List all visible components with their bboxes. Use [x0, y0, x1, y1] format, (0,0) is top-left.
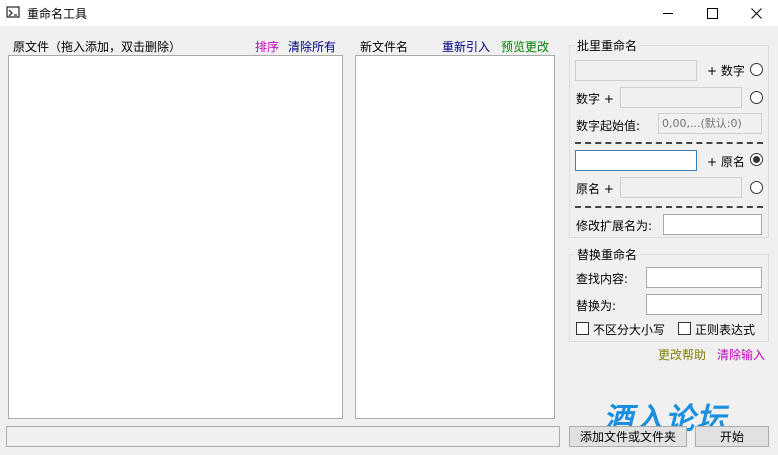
radio-selected-dot — [753, 156, 760, 163]
title-bar: 重命名工具 — [0, 0, 778, 26]
number-plus-label: 数字 + — [576, 92, 614, 106]
rename-tool-icon — [6, 6, 20, 18]
preview-changes-link[interactable]: 预览更改 — [501, 38, 549, 55]
suffix-after-original-input[interactable] — [620, 177, 742, 198]
start-button[interactable]: 开始 — [695, 426, 769, 447]
clear-input-link[interactable]: 清除输入 — [717, 346, 765, 363]
regex-checkbox[interactable] — [678, 322, 691, 335]
source-files-label: 原文件（拖入添加，双击删除） — [13, 40, 182, 54]
radio-number-plus-text[interactable] — [750, 91, 763, 104]
clear-all-link[interactable]: 清除所有 — [288, 38, 336, 55]
sort-link[interactable]: 排序 — [255, 38, 279, 55]
plus-original-label: + 原名 — [707, 155, 745, 169]
prefix-original-input[interactable] — [575, 150, 697, 171]
add-files-button[interactable]: 添加文件或文件夹 — [569, 426, 687, 447]
change-help-link[interactable]: 更改帮助 — [658, 346, 706, 363]
progress-bar — [6, 426, 560, 447]
find-label: 查找内容: — [576, 272, 629, 286]
maximize-icon — [706, 7, 718, 19]
maximize-button[interactable] — [690, 0, 734, 26]
divider-dashed — [575, 206, 763, 208]
regex-label: 正则表达式 — [695, 323, 756, 337]
change-extension-label: 修改扩展名为: — [576, 219, 653, 233]
replace-label: 替换为: — [576, 299, 617, 313]
radio-text-plus-original[interactable] — [750, 153, 763, 166]
batch-rename-title: 批里重命名 — [574, 37, 641, 54]
close-icon — [750, 7, 762, 19]
case-insensitive-checkbox[interactable] — [576, 322, 589, 335]
start-value-label: 数字起始值: — [576, 119, 641, 133]
window-title: 重命名工具 — [27, 7, 88, 21]
find-input[interactable] — [646, 267, 762, 288]
radio-original-plus-text[interactable] — [750, 181, 763, 194]
extension-input[interactable] — [663, 214, 762, 235]
start-value-input[interactable] — [658, 113, 762, 134]
source-files-list[interactable] — [8, 55, 343, 419]
new-names-list[interactable] — [355, 55, 555, 419]
divider-dashed — [575, 142, 763, 144]
replace-rename-title: 替换重命名 — [574, 246, 641, 263]
minimize-button[interactable] — [646, 0, 690, 26]
suffix-after-number-input[interactable] — [620, 87, 742, 108]
minimize-icon — [662, 12, 673, 14]
new-names-label: 新文件名 — [360, 40, 409, 54]
radio-text-plus-number[interactable] — [750, 63, 763, 76]
original-plus-label: 原名 + — [576, 182, 614, 196]
replace-input[interactable] — [646, 294, 762, 315]
prefix-number-input[interactable] — [575, 60, 697, 81]
close-button[interactable] — [734, 0, 778, 26]
reimport-link[interactable]: 重新引入 — [442, 38, 490, 55]
plus-number-label: + 数字 — [707, 64, 745, 78]
case-insensitive-label: 不区分大小写 — [593, 323, 666, 337]
